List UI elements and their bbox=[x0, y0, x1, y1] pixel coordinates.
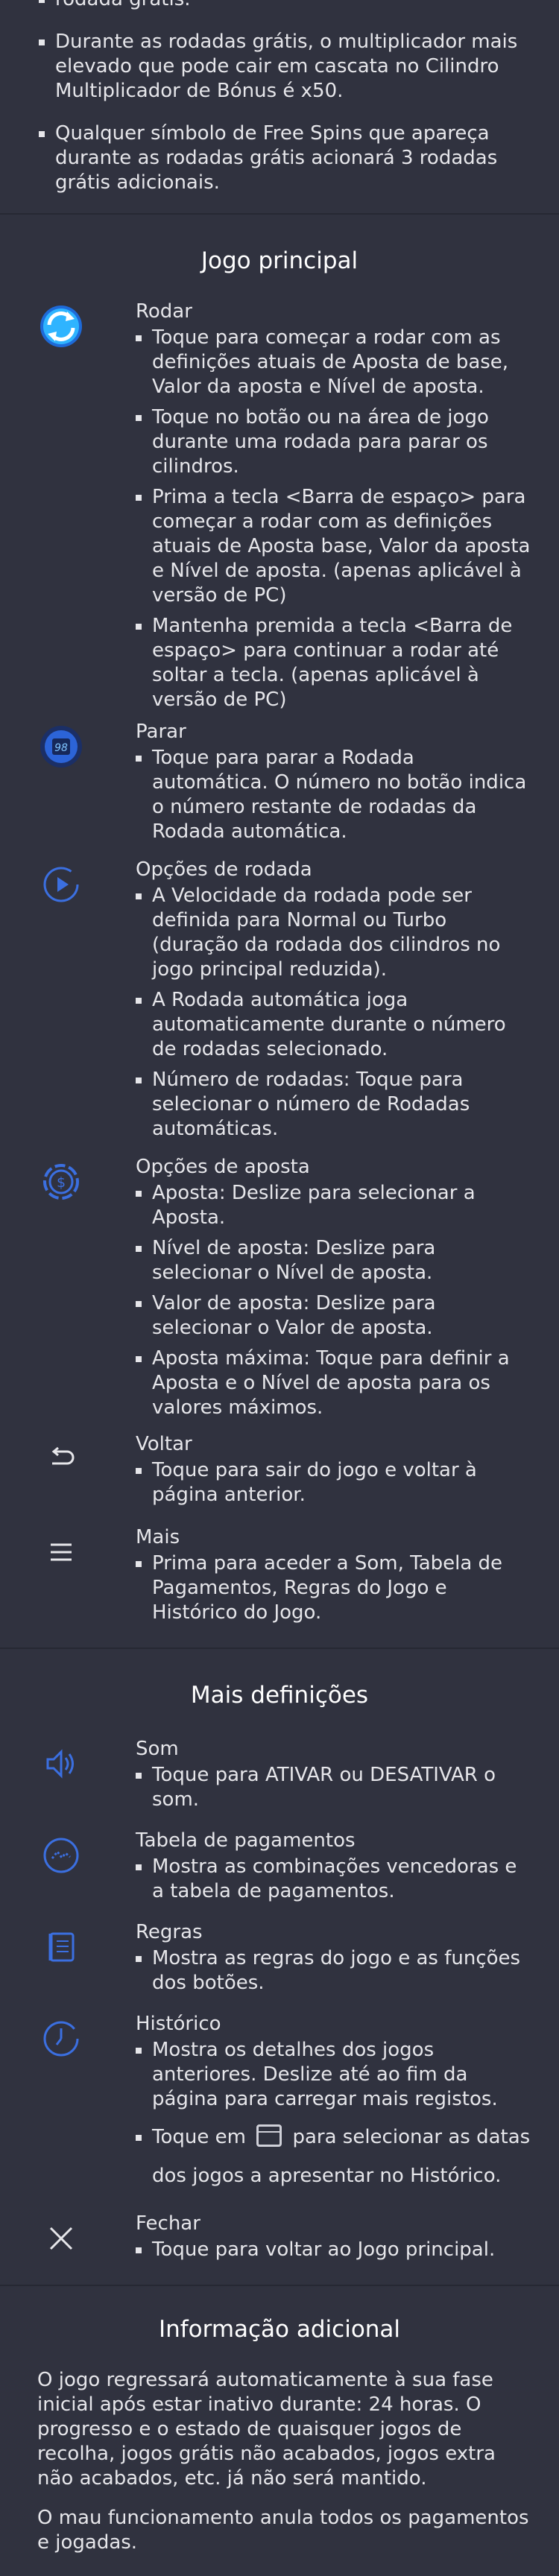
intro-bullet: Qualquer símbolo de Free Spins que apare… bbox=[55, 121, 529, 195]
item-bullet: Nível de aposta: Deslize para selecionar… bbox=[152, 1236, 531, 1285]
calendar-text-before: Toque em bbox=[152, 2126, 246, 2148]
item-bullet: Mantenha premida a tecla <Barra de espaç… bbox=[152, 614, 531, 712]
paytable-icon bbox=[37, 1832, 85, 1879]
menu-item: Mais Prima para aceder a Som, Tabela de … bbox=[0, 1525, 559, 1625]
bet-options-icon: $ bbox=[37, 1158, 85, 1206]
paytable-page: rodada grátis. Durante as rodadas grátis… bbox=[0, 0, 559, 2563]
item-title: Parar bbox=[136, 721, 186, 743]
item-bullet: Toque para começar a rodar com as defini… bbox=[152, 326, 531, 399]
item-bullet: Toque para sair do jogo e voltar à págin… bbox=[152, 1458, 531, 1507]
item-bullet: Prima a tecla <Barra de espaço> para com… bbox=[152, 485, 531, 608]
item-title: Rodar bbox=[136, 300, 192, 323]
item-title: Mais bbox=[136, 1526, 180, 1548]
history-item: Histórico Mostra os detalhes dos jogos a… bbox=[0, 2012, 559, 2195]
section-heading-additional-info: Informação adicional bbox=[0, 2285, 559, 2368]
section-title: Informação adicional bbox=[158, 2316, 401, 2343]
sound-item: Som Toque para ATIVAR ou DESATIVAR o som… bbox=[0, 1737, 559, 1812]
item-bullet: Valor de aposta: Deslize para selecionar… bbox=[152, 1291, 531, 1341]
item-bullet: Aposta: Deslize para selecionar a Aposta… bbox=[152, 1181, 531, 1230]
item-bullet: Mostra as regras do jogo e as funções do… bbox=[152, 1946, 531, 1996]
menu-icon bbox=[37, 1528, 85, 1576]
rules-item: Regras Mostra as regras do jogo e as fun… bbox=[0, 1920, 559, 1996]
back-icon bbox=[37, 1435, 85, 1483]
spin-options-icon bbox=[37, 861, 85, 908]
item-title: Regras bbox=[136, 1921, 203, 1943]
intro-bullet: Durante as rodadas grátis, o multiplicad… bbox=[55, 30, 529, 104]
back-item: Voltar Toque para sair do jogo e voltar … bbox=[0, 1432, 559, 1507]
close-icon bbox=[37, 2215, 85, 2262]
section-heading-main-game: Jogo principal bbox=[0, 213, 559, 300]
section-heading-more-settings: Mais definições bbox=[0, 1648, 559, 1737]
item-bullet: Prima para aceder a Som, Tabela de Pagam… bbox=[152, 1551, 531, 1625]
item-title: Som bbox=[136, 1738, 179, 1760]
spin-icon bbox=[37, 303, 85, 350]
item-bullet: Mostra os detalhes dos jogos anteriores.… bbox=[152, 2038, 531, 2112]
intro-section: rodada grátis. Durante as rodadas grátis… bbox=[0, 0, 559, 195]
stop-icon: 98 bbox=[37, 723, 85, 770]
item-bullet: Toque no botão ou na área de jogo durant… bbox=[152, 405, 531, 479]
info-paragraph: O jogo regressará automaticamente à sua … bbox=[37, 2369, 496, 2490]
item-title: Tabela de pagamentos bbox=[136, 1829, 356, 1852]
bet-options-item: $ Opções de aposta Aposta: Deslize para … bbox=[0, 1155, 559, 1420]
close-item: Fechar Toque para voltar ao Jogo princip… bbox=[0, 2212, 559, 2262]
item-title: Opções de aposta bbox=[136, 1156, 310, 1178]
item-title: Histórico bbox=[136, 2013, 221, 2035]
item-bullet-calendar: Toque em para selecionar as datas dos jo… bbox=[152, 2118, 531, 2195]
item-bullet: A Velocidade da rodada pode ser definida… bbox=[152, 884, 531, 982]
stop-item: 98 Parar Toque para parar a Rodada autom… bbox=[0, 720, 559, 844]
history-icon bbox=[37, 2015, 85, 2063]
item-bullet: Aposta máxima: Toque para definir a Apos… bbox=[152, 1346, 531, 1420]
sound-icon bbox=[37, 1740, 85, 1788]
item-bullet: A Rodada automática joga automaticamente… bbox=[152, 988, 531, 1062]
section-title: Jogo principal bbox=[200, 247, 359, 274]
item-title: Voltar bbox=[136, 1433, 192, 1455]
paytable-item: Tabela de pagamentos Mostra as combinaçõ… bbox=[0, 1829, 559, 1904]
item-bullet: Toque para parar a Rodada automática. O … bbox=[152, 746, 531, 844]
calendar-icon bbox=[256, 2124, 282, 2147]
item-bullet: Mostra as combinações vencedoras e a tab… bbox=[152, 1855, 531, 1904]
item-title: Opções de rodada bbox=[136, 858, 312, 881]
autospin-count: 98 bbox=[54, 742, 68, 754]
svg-text:$: $ bbox=[57, 1174, 66, 1191]
intro-bullet: rodada grátis. bbox=[55, 0, 529, 12]
info-paragraph: O mau funcionamento anula todos os pagam… bbox=[37, 2507, 529, 2554]
spin-options-item: Opções de rodada A Velocidade da rodada … bbox=[0, 858, 559, 1142]
spin-item: Rodar Toque para começar a rodar com as … bbox=[0, 300, 559, 712]
item-bullet: Toque para ATIVAR ou DESATIVAR o som. bbox=[152, 1763, 531, 1812]
rules-icon bbox=[37, 1923, 85, 1971]
section-title: Mais definições bbox=[190, 1682, 369, 1709]
item-bullet: Número de rodadas: Toque para selecionar… bbox=[152, 1068, 531, 1142]
item-title: Fechar bbox=[136, 2212, 200, 2235]
item-bullet: Toque para voltar ao Jogo principal. bbox=[152, 2238, 531, 2262]
